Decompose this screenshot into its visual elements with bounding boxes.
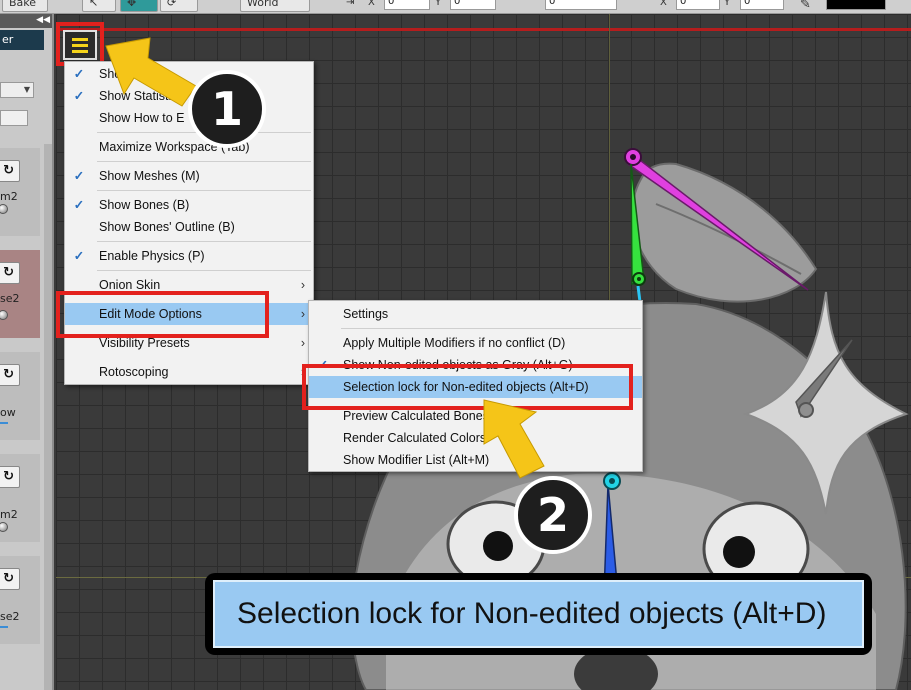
step-2-badge: 2 [514,476,592,554]
zoomed-caption: Selection lock for Non-edited objects (A… [205,573,872,655]
arrow-1-icon [105,37,197,107]
arrow-2-icon [483,399,545,479]
zoomed-caption-text: Selection lock for Non-edited objects (A… [213,580,864,648]
step-1-badge: 1 [188,70,266,148]
